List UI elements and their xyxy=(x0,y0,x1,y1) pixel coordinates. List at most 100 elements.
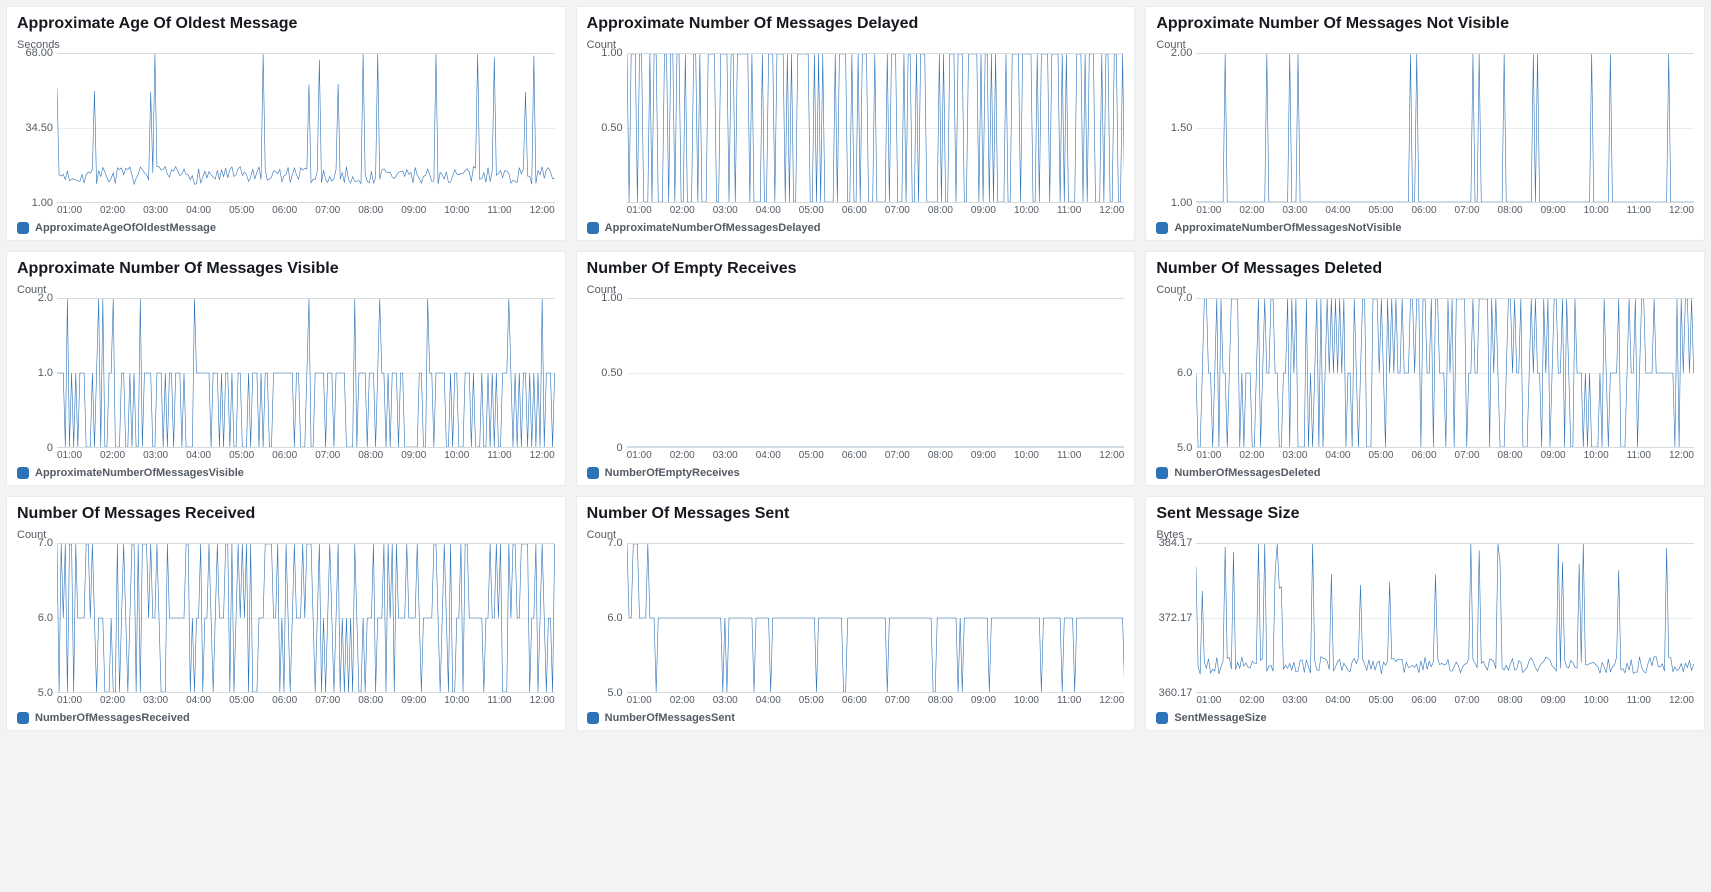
legend[interactable]: SentMessageSize xyxy=(1156,712,1694,724)
x-tick: 08:00 xyxy=(1498,695,1523,706)
x-tick: 03:00 xyxy=(143,695,168,706)
chart-area[interactable]: 7.06.05.0 xyxy=(1156,298,1694,448)
y-axis: 2.01.00 xyxy=(17,298,57,448)
x-tick: 09:00 xyxy=(401,450,426,461)
plot[interactable] xyxy=(1196,53,1694,203)
x-tick: 05:00 xyxy=(1368,450,1393,461)
plot[interactable] xyxy=(57,298,555,448)
x-tick: 09:00 xyxy=(1541,205,1566,216)
x-tick: 04:00 xyxy=(186,450,211,461)
legend-swatch-icon xyxy=(587,712,599,724)
y-tick: 6.0 xyxy=(38,612,53,624)
unit-label: Count xyxy=(17,284,555,296)
plot[interactable] xyxy=(627,53,1125,203)
legend-label: NumberOfEmptyReceives xyxy=(605,467,740,479)
chart-area[interactable]: 2.001.501.00 xyxy=(1156,53,1694,203)
plot[interactable] xyxy=(57,543,555,693)
y-tick: 360.17 xyxy=(1159,687,1193,699)
x-tick: 01:00 xyxy=(57,205,82,216)
y-tick: 1.00 xyxy=(601,47,622,59)
legend[interactable]: NumberOfMessagesDeleted xyxy=(1156,467,1694,479)
x-tick: 07:00 xyxy=(315,450,340,461)
x-tick: 11:00 xyxy=(487,205,511,216)
x-tick: 09:00 xyxy=(971,205,996,216)
plot[interactable] xyxy=(1196,543,1694,693)
x-tick: 01:00 xyxy=(627,450,652,461)
y-axis: 7.06.05.0 xyxy=(587,543,627,693)
x-tick: 10:00 xyxy=(1014,695,1039,706)
x-tick: 03:00 xyxy=(143,450,168,461)
unit-label: Count xyxy=(587,284,1125,296)
chart-area[interactable]: 7.06.05.0 xyxy=(587,543,1125,693)
x-tick: 07:00 xyxy=(885,695,910,706)
x-tick: 08:00 xyxy=(1498,450,1523,461)
x-tick: 02:00 xyxy=(1239,205,1264,216)
x-tick: 09:00 xyxy=(971,450,996,461)
legend[interactable]: NumberOfEmptyReceives xyxy=(587,467,1125,479)
metric-panel[interactable]: Approximate Number Of Messages DelayedCo… xyxy=(576,6,1136,241)
chart-area[interactable]: 2.01.00 xyxy=(17,298,555,448)
x-tick: 10:00 xyxy=(1584,205,1609,216)
x-tick: 02:00 xyxy=(100,695,125,706)
y-axis: 7.06.05.0 xyxy=(1156,298,1196,448)
y-tick: 2.0 xyxy=(38,292,53,304)
metric-panel[interactable]: Approximate Number Of Messages Visible Co… xyxy=(6,251,566,486)
x-axis: 01:0002:0003:0004:0005:0006:0007:0008:00… xyxy=(1156,205,1694,216)
legend-label: ApproximateNumberOfMessagesDelayed xyxy=(605,222,821,234)
metric-panel[interactable]: Approximate Number Of Messages Not Visib… xyxy=(1145,6,1705,241)
plot[interactable] xyxy=(627,543,1125,693)
panel-title: Approximate Number Of Messages Visible xyxy=(17,260,555,278)
x-tick: 03:00 xyxy=(713,450,738,461)
metric-panel[interactable]: Number Of Messages ReceivedCount7.06.05.… xyxy=(6,496,566,731)
x-tick: 05:00 xyxy=(1368,695,1393,706)
legend[interactable]: ApproximateAgeOfOldestMessage xyxy=(17,222,555,234)
x-tick: 02:00 xyxy=(670,205,695,216)
x-tick: 02:00 xyxy=(100,450,125,461)
y-tick: 0.50 xyxy=(601,367,622,379)
plot[interactable] xyxy=(627,298,1125,448)
legend[interactable]: NumberOfMessagesSent xyxy=(587,712,1125,724)
x-tick: 08:00 xyxy=(358,450,383,461)
plot[interactable] xyxy=(1196,298,1694,448)
x-tick: 09:00 xyxy=(1541,695,1566,706)
legend[interactable]: ApproximateNumberOfMessagesVisible xyxy=(17,467,555,479)
y-tick: 7.0 xyxy=(607,537,622,549)
metric-panel[interactable]: Approximate Age Of Oldest MessageSeconds… xyxy=(6,6,566,241)
chart-area[interactable]: 7.06.05.0 xyxy=(17,543,555,693)
legend-label: ApproximateNumberOfMessagesNotVisible xyxy=(1174,222,1401,234)
panel-title: Number Of Messages Sent xyxy=(587,505,1125,523)
panel-title: Sent Message Size xyxy=(1156,505,1694,523)
chart-area[interactable]: 1.000.500 xyxy=(587,298,1125,448)
x-tick: 12:00 xyxy=(530,695,555,706)
x-tick: 09:00 xyxy=(1541,450,1566,461)
y-tick: 372.17 xyxy=(1159,612,1193,624)
x-axis: 01:0002:0003:0004:0005:0006:0007:0008:00… xyxy=(17,695,555,706)
y-tick: 1.00 xyxy=(1171,197,1192,209)
plot[interactable] xyxy=(57,53,555,203)
chart-area[interactable]: 384.17372.17360.17 xyxy=(1156,543,1694,693)
y-tick: 1.50 xyxy=(1171,122,1192,134)
metric-panel[interactable]: Number Of Messages DeletedCount7.06.05.0… xyxy=(1145,251,1705,486)
metric-panel[interactable]: Number Of Messages Sent Count 7.06.05.001:… xyxy=(576,496,1136,731)
y-tick: 5.0 xyxy=(38,687,53,699)
panel-title: Number Of Empty Receives xyxy=(587,260,1125,278)
series-line xyxy=(57,299,555,447)
x-tick: 01:00 xyxy=(627,695,652,706)
chart-area[interactable]: 1.000.50 xyxy=(587,53,1125,203)
legend-label: SentMessageSize xyxy=(1174,712,1266,724)
chart-area[interactable]: 68.0034.501.00 xyxy=(17,53,555,203)
legend[interactable]: ApproximateNumberOfMessagesDelayed xyxy=(587,222,1125,234)
x-axis: 01:0002:0003:0004:0005:0006:0007:0008:00… xyxy=(587,450,1125,461)
legend[interactable]: ApproximateNumberOfMessagesNotVisible xyxy=(1156,222,1694,234)
x-tick: 06:00 xyxy=(1411,695,1436,706)
metric-panel[interactable]: Number Of Empty Receives Count 1.000.500 01… xyxy=(576,251,1136,486)
legend[interactable]: NumberOfMessagesReceived xyxy=(17,712,555,724)
legend-label: NumberOfMessagesReceived xyxy=(35,712,190,724)
x-tick: 10:00 xyxy=(1584,695,1609,706)
x-tick: 08:00 xyxy=(358,695,383,706)
x-tick: 07:00 xyxy=(885,450,910,461)
x-tick: 07:00 xyxy=(315,695,340,706)
x-axis: 01:0002:0003:0004:0005:0006:0007:0008:00… xyxy=(17,205,555,216)
metric-panel[interactable]: Sent Message SizeBytes384.17372.17360.17… xyxy=(1145,496,1705,731)
unit-label: Count xyxy=(587,529,1125,541)
